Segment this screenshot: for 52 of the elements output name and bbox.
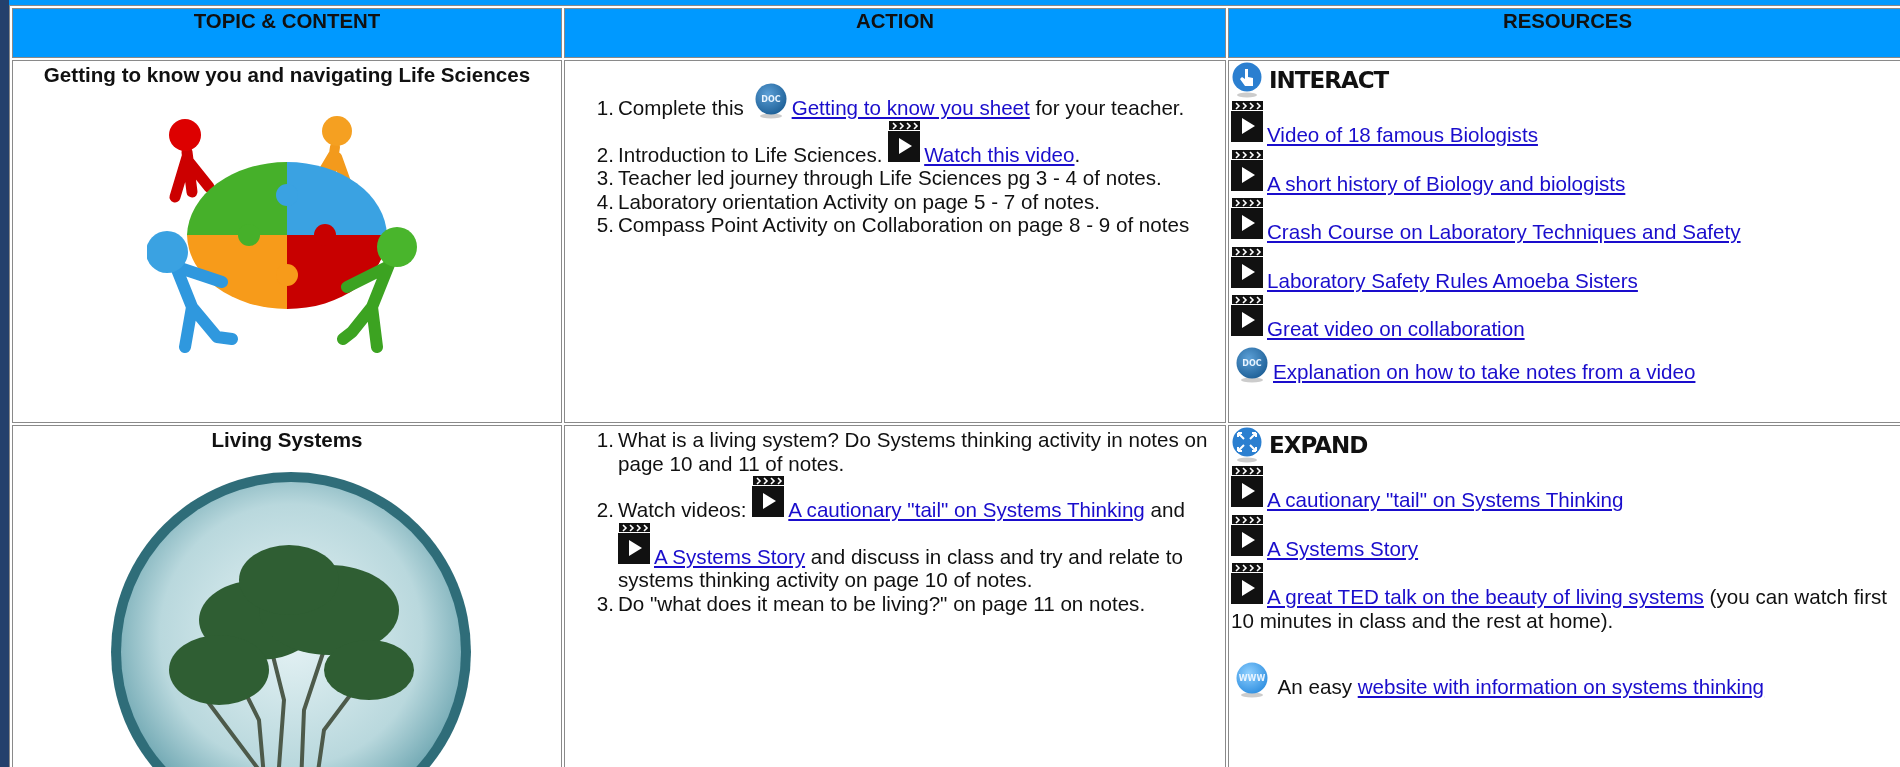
- video-clapper-icon: [618, 521, 650, 564]
- column-header: ACTION: [564, 8, 1226, 58]
- resource-link[interactable]: A Systems Story: [654, 544, 806, 568]
- action-step: Watch videos: A cautionary "tail" on Systems Thinking and A Systems Story and discuss in class and try and relate to systems thinking activity on page 10 of notes.: [618, 475, 1217, 592]
- action-step: Compass Point Activity on Collaboration on page 8 - 9 of notes: [618, 213, 1217, 237]
- action-step: Laboratory orientation Activity on page 5 - 7 of notes.: [618, 189, 1217, 214]
- column-header: TOPIC & CONTENT: [12, 8, 562, 58]
- list-number: 5.: [595, 213, 614, 237]
- video-clapper-icon: [1231, 465, 1263, 507]
- resource-link[interactable]: A cautionary "tail" on Systems Thinking: [1267, 488, 1624, 511]
- resource-link[interactable]: Getting to know you sheet: [791, 96, 1030, 119]
- list-number: 3.: [595, 591, 614, 616]
- resource-link[interactable]: A cautionary "tail" on Systems Thinking: [788, 498, 1145, 522]
- action-step: Complete this DOC Getting to know you sheet for your teacher.: [618, 83, 1217, 120]
- resource-link[interactable]: Great video on collaboration: [1267, 317, 1525, 341]
- list-number: 2.: [595, 498, 614, 522]
- resource-link[interactable]: Video of 18 famous Biologists: [1267, 123, 1538, 146]
- video-clapper-icon: [1231, 513, 1263, 556]
- action-step: What is a living system? Do Systems thinking activity in notes on page 10 and 11 of notes.: [618, 428, 1217, 476]
- video-clapper-icon: [888, 119, 921, 162]
- list-number: 1.: [595, 428, 614, 452]
- expand-arrows-icon: [1231, 427, 1263, 463]
- resource-link[interactable]: Explanation on how to take notes from a video: [1273, 359, 1696, 383]
- section-heading: EXPAND: [1269, 432, 1368, 458]
- topic-title: Getting to know you and navigating Life Sciences: [43, 63, 531, 87]
- action-step: Do "what does it mean to be living?" on page 11 on notes.: [618, 591, 1217, 616]
- resource-link[interactable]: Watch this video: [924, 142, 1075, 166]
- video-clapper-icon: [1231, 100, 1263, 142]
- video-clapper-icon: [1231, 148, 1263, 191]
- section-heading: INTERACT: [1269, 67, 1389, 93]
- resource-link[interactable]: website with information on systems thinking: [1357, 675, 1765, 699]
- resource-note: WWW An easy website with information on systems thinking: [1231, 662, 1900, 699]
- resource-link[interactable]: A great TED talk on the beauty of living systems: [1267, 585, 1704, 609]
- resource-link[interactable]: Laboratory Safety Rules Amoeba Sisters: [1267, 268, 1638, 292]
- video-clapper-icon: [1231, 562, 1263, 605]
- column-header: RESOURCES: [1228, 8, 1900, 58]
- list-number: 1.: [595, 96, 614, 120]
- video-clapper-icon: [1231, 197, 1263, 240]
- action-step: Introduction to Life Sciences. Watch this video.: [618, 119, 1217, 167]
- video-clapper-icon: [1231, 294, 1263, 337]
- action-step: Teacher led journey through Life Sciences pg 3 - 4 of notes.: [618, 166, 1217, 190]
- list-number: 4.: [595, 189, 614, 214]
- resource-link[interactable]: A Systems Story: [1267, 536, 1419, 560]
- video-clapper-icon: [1231, 245, 1263, 288]
- video-clapper-icon: [752, 475, 785, 518]
- resource-link[interactable]: A short history of Biology and biologists: [1267, 171, 1626, 195]
- list-number: 3.: [595, 166, 614, 190]
- resource-note: A great TED talk on the beauty of living systems (you can watch first 10 minutes in class and the rest at home).: [1231, 562, 1900, 633]
- list-number: 2.: [595, 142, 614, 167]
- pointer-hand-icon: [1231, 62, 1263, 98]
- topic-title: Living Systems: [211, 428, 363, 452]
- resource-link[interactable]: Crash Course on Laboratory Techniques and Safety: [1267, 220, 1741, 244]
